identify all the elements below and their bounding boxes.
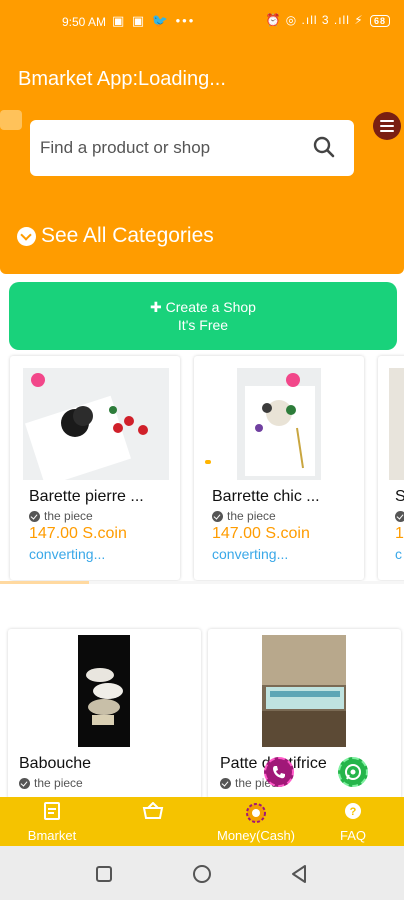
product-name: S xyxy=(395,488,404,505)
document-icon xyxy=(44,802,60,820)
search-input[interactable] xyxy=(40,134,290,162)
product-unit-label: the piece xyxy=(34,776,83,790)
nav-item-basket[interactable] xyxy=(130,797,176,846)
coin-icon xyxy=(246,803,266,823)
status-bar: 9:50 AM ▣ ▣ 🐦 ••• ⏰ ◎ .ıll 3 .ıll ⚡ 68 xyxy=(0,0,404,44)
app-title: Bmarket App:Loading... xyxy=(18,68,226,90)
menu-icon-bar xyxy=(380,130,394,132)
create-shop-button[interactable]: ✚ Create a Shop It's Free xyxy=(9,282,397,350)
product-unit: the piece xyxy=(212,509,276,523)
product-image[interactable] xyxy=(23,368,169,480)
featured-product-card[interactable]: S t 1 c xyxy=(378,356,404,580)
product-unit-label: the piece xyxy=(227,509,276,523)
product-photo-patte-dentifrice xyxy=(262,635,346,747)
product-converting: converting... xyxy=(29,546,106,562)
whatsapp-button[interactable] xyxy=(338,757,368,787)
chevron-down-icon xyxy=(17,226,36,246)
product-photo-babouche xyxy=(86,668,123,725)
check-circle-icon xyxy=(212,510,223,522)
product-image[interactable] xyxy=(262,635,346,747)
nav-label: Money(Cash) xyxy=(216,828,296,843)
phone-call-button[interactable] xyxy=(264,757,294,787)
product-unit: the piece xyxy=(19,776,83,790)
menu-icon-bar xyxy=(380,120,394,122)
create-shop-line1: ✚ Create a Shop xyxy=(9,298,397,316)
menu-button[interactable] xyxy=(373,112,401,140)
whatsapp-icon xyxy=(345,764,361,780)
create-shop-label: Create a Shop xyxy=(165,299,256,315)
carousel-scroll-thumb[interactable] xyxy=(0,581,89,584)
tab-handle[interactable] xyxy=(0,110,22,130)
product-card[interactable]: Babouche the piece xyxy=(8,629,201,799)
check-circle-icon xyxy=(220,777,231,789)
nav-item-faq[interactable]: ? FAQ xyxy=(330,797,376,846)
featured-product-card[interactable]: Barette pierre ... the piece 147.00 S.co… xyxy=(10,356,180,580)
notification-icons: ▣ ▣ 🐦 ••• xyxy=(112,13,196,28)
nav-item-money-cash[interactable]: Money(Cash) xyxy=(214,797,298,846)
system-icons: ⏰ ◎ .ıll 3 .ıll ⚡ 68 xyxy=(265,13,390,27)
menu-icon-bar xyxy=(380,125,394,127)
nav-item-bmarket[interactable]: Bmarket xyxy=(10,797,94,846)
check-circle-icon xyxy=(29,510,40,522)
product-unit: the piece xyxy=(29,509,93,523)
featured-product-card[interactable]: Barrette chic ... the piece 147.00 S.coi… xyxy=(194,356,364,580)
product-price: 147.00 S.coin xyxy=(29,525,127,542)
nav-label: FAQ xyxy=(339,828,366,843)
product-name: Barrette chic ... xyxy=(212,488,320,505)
create-shop-line2: It's Free xyxy=(177,317,229,333)
product-unit: t xyxy=(395,509,404,523)
product-price: 147.00 S.coin xyxy=(212,525,310,542)
check-circle-icon xyxy=(395,510,404,522)
product-photo-barrette-chic xyxy=(245,373,315,476)
product-photo-barette xyxy=(25,373,148,480)
carousel-indicator-dot xyxy=(205,460,211,464)
question-icon: ? xyxy=(345,803,361,819)
product-name: Barette pierre ... xyxy=(29,488,144,505)
svg-text:?: ? xyxy=(350,806,357,818)
recent-apps-icon[interactable] xyxy=(95,865,113,883)
home-icon[interactable] xyxy=(192,864,212,884)
system-navigation-bar xyxy=(0,846,404,900)
check-circle-icon xyxy=(19,777,30,789)
search-box[interactable] xyxy=(30,120,354,176)
product-converting: c xyxy=(395,546,402,562)
product-image[interactable] xyxy=(237,368,321,480)
app-bar: Bmarket App:Loading... xyxy=(0,44,404,110)
see-all-categories-button[interactable]: See All Categories xyxy=(17,224,214,248)
signal-icons: ⏰ ◎ .ıll 3 .ıll ⚡ xyxy=(265,13,364,27)
product-unit-label: the piece xyxy=(44,509,93,523)
product-converting: converting... xyxy=(212,546,289,562)
product-card[interactable]: Patte dentifrice the piece xyxy=(208,629,401,799)
nav-label: Bmarket xyxy=(27,828,77,843)
clock: 9:50 AM xyxy=(62,15,107,29)
carousel-scroll-track[interactable] xyxy=(0,581,404,584)
plus-icon: ✚ xyxy=(150,299,162,315)
bottom-navigation: Bmarket Money(Cash) ? FAQ xyxy=(0,797,404,846)
product-name: Babouche xyxy=(19,755,92,772)
header-search-area: See All Categories xyxy=(0,110,404,274)
see-all-categories-label: See All Categories xyxy=(41,224,214,247)
back-icon[interactable] xyxy=(290,864,308,884)
search-icon[interactable] xyxy=(312,135,336,159)
product-price: 1 xyxy=(395,525,404,542)
product-image[interactable] xyxy=(78,635,130,747)
battery-icon: 68 xyxy=(369,15,390,27)
phone-icon xyxy=(273,766,285,779)
product-image[interactable] xyxy=(389,368,404,480)
basket-icon xyxy=(142,802,164,819)
